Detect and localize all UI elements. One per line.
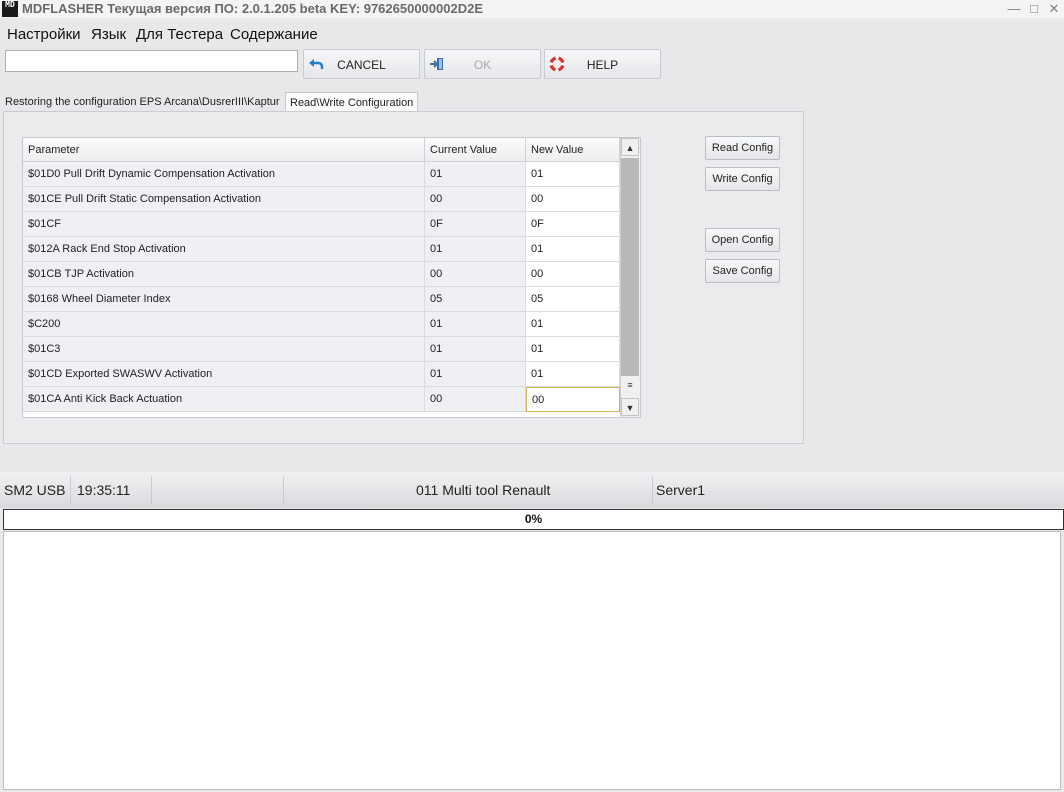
new-value-cell[interactable]: 01 xyxy=(526,362,620,387)
scroll-grip-icon: ≡ xyxy=(621,376,639,394)
status-time: 19:35:11 xyxy=(77,482,131,498)
app-logo-text: MD xyxy=(5,0,15,9)
new-value-cell[interactable]: 01 xyxy=(526,312,620,337)
table-row[interactable]: $01CB TJP Activation 00 00 xyxy=(23,262,620,287)
current-value-cell: 01 xyxy=(425,312,526,337)
minimize-button[interactable]: — xyxy=(1004,0,1024,18)
current-value-cell: 00 xyxy=(425,387,526,412)
scrollbar-thumb[interactable] xyxy=(621,158,639,376)
current-value-cell: 01 xyxy=(425,362,526,387)
param-cell: $01D0 Pull Drift Dynamic Compensation Ac… xyxy=(23,162,425,187)
menu-contents[interactable]: Содержание xyxy=(230,26,318,43)
new-value-cell[interactable]: 01 xyxy=(526,237,620,262)
column-header-new-value[interactable]: New Value xyxy=(526,138,620,162)
table-row[interactable]: $C200 01 01 xyxy=(23,312,620,337)
status-divider xyxy=(652,476,653,504)
current-value-cell: 05 xyxy=(425,287,526,312)
menu-for-tester[interactable]: Для Тестера xyxy=(136,26,223,43)
app-logo-icon: MD xyxy=(2,1,18,17)
table-row[interactable]: $01C3 01 01 xyxy=(23,337,620,362)
param-cell: $0168 Wheel Diameter Index xyxy=(23,287,425,312)
current-value-cell: 00 xyxy=(425,262,526,287)
cancel-label: CANCEL xyxy=(337,58,386,72)
current-value-cell: 01 xyxy=(425,237,526,262)
progress-bar: 0% xyxy=(3,509,1064,530)
param-cell: $012A Rack End Stop Activation xyxy=(23,237,425,262)
read-config-button[interactable]: Read Config xyxy=(705,136,780,160)
open-config-button[interactable]: Open Config xyxy=(705,228,780,252)
table-row[interactable]: $01CD Exported SWASWV Activation 01 01 xyxy=(23,362,620,387)
new-value-cell[interactable]: 01 xyxy=(526,162,620,187)
cancel-button[interactable]: CANCEL xyxy=(303,49,420,79)
status-interface: SM2 USB xyxy=(4,482,66,498)
table-row[interactable]: $012A Rack End Stop Activation 01 01 xyxy=(23,237,620,262)
column-header-parameter[interactable]: Parameter xyxy=(23,138,425,162)
new-value-cell[interactable]: 05 xyxy=(526,287,620,312)
table-row[interactable]: $01D0 Pull Drift Dynamic Compensation Ac… xyxy=(23,162,620,187)
progress-label: 0% xyxy=(524,512,543,526)
param-cell: $01C3 xyxy=(23,337,425,362)
param-cell: $01CE Pull Drift Static Compensation Act… xyxy=(23,187,425,212)
param-cell: $C200 xyxy=(23,312,425,337)
new-value-cell[interactable]: 01 xyxy=(526,337,620,362)
new-value-cell[interactable]: 0F xyxy=(526,212,620,237)
status-tool: 011 Multi tool Renault xyxy=(416,482,551,498)
table-row[interactable]: $01CA Anti Kick Back Actuation 00 00 xyxy=(23,387,620,412)
param-cell: $01CB TJP Activation xyxy=(23,262,425,287)
config-grid: Parameter Current Value New Value $01D0 … xyxy=(22,137,641,418)
save-config-button[interactable]: Save Config xyxy=(705,259,780,283)
menu-bar: Настройки Язык Для Тестера Содержание xyxy=(0,22,1064,46)
log-output-area[interactable] xyxy=(3,531,1061,790)
help-button[interactable]: HELP xyxy=(544,49,661,79)
new-value-cell[interactable]: 00 xyxy=(526,262,620,287)
scroll-down-arrow-icon[interactable]: ▼ xyxy=(621,398,639,416)
current-value-cell: 00 xyxy=(425,187,526,212)
new-value-cell[interactable]: 00 xyxy=(526,187,620,212)
menu-settings[interactable]: Настройки xyxy=(7,26,81,43)
title-bar: MD MDFLASHER Текущая версия ПО: 2.0.1.20… xyxy=(0,0,1064,18)
status-server: Server1 xyxy=(656,482,706,498)
table-row[interactable]: $0168 Wheel Diameter Index 05 05 xyxy=(23,287,620,312)
ok-button[interactable]: OK xyxy=(424,49,541,79)
status-divider xyxy=(70,476,71,504)
tab-restoring-configuration[interactable]: Restoring the configuration EPS Arcana\D… xyxy=(1,92,284,111)
param-cell: $01CD Exported SWASWV Activation xyxy=(23,362,425,387)
param-cell: $01CA Anti Kick Back Actuation xyxy=(23,387,425,412)
column-header-current-value[interactable]: Current Value xyxy=(425,138,526,162)
current-value-cell: 01 xyxy=(425,162,526,187)
maximize-button[interactable]: □ xyxy=(1024,0,1044,18)
close-button[interactable]: ✕ xyxy=(1044,0,1064,18)
status-bar: SM2 USB 19:35:11 011 Multi tool Renault … xyxy=(0,472,1064,508)
table-row[interactable]: $01CE Pull Drift Static Compensation Act… xyxy=(23,187,620,212)
help-label: HELP xyxy=(586,58,619,72)
current-value-cell: 01 xyxy=(425,337,526,362)
param-cell: $01CF xyxy=(23,212,425,237)
search-input[interactable] xyxy=(5,50,298,72)
tab-read-write-configuration[interactable]: Read\Write Configuration xyxy=(285,92,419,111)
menu-language[interactable]: Язык xyxy=(91,26,126,43)
new-value-cell-selected[interactable]: 00 xyxy=(526,387,620,412)
window-title: MDFLASHER Текущая версия ПО: 2.0.1.205 b… xyxy=(22,1,483,16)
scroll-up-arrow-icon[interactable]: ▲ xyxy=(621,138,639,156)
current-value-cell: 0F xyxy=(425,212,526,237)
write-config-button[interactable]: Write Config xyxy=(705,167,780,191)
table-row[interactable]: $01CF 0F 0F xyxy=(23,212,620,237)
status-divider xyxy=(283,476,284,504)
status-divider xyxy=(151,476,152,504)
ok-label: OK xyxy=(473,58,492,72)
